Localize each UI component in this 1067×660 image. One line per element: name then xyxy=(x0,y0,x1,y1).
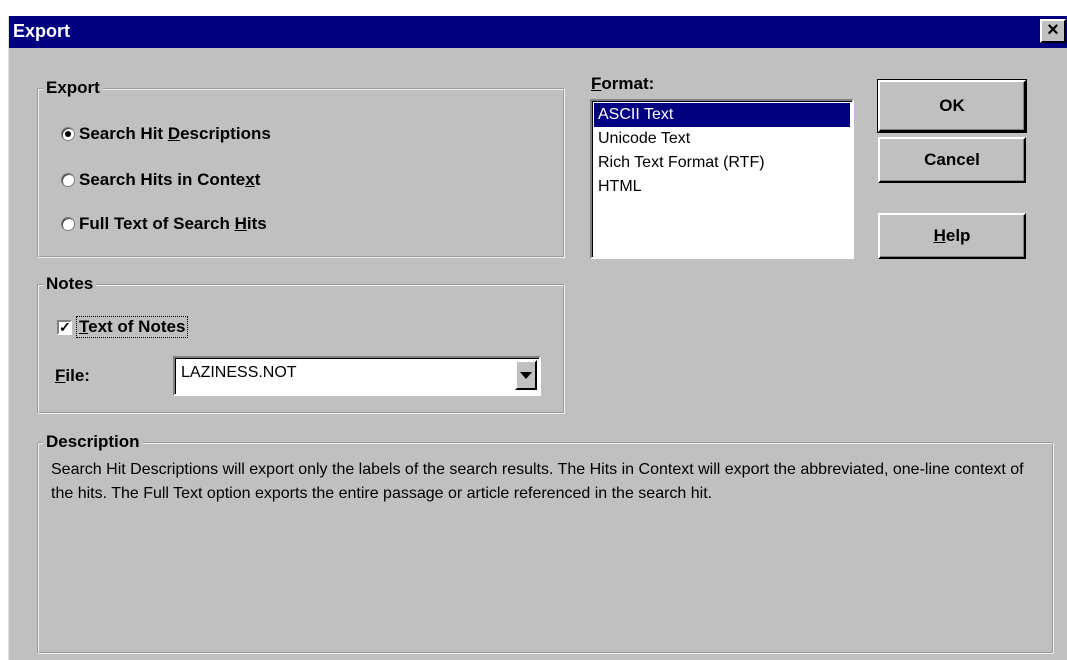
export-dialog: Export × Export Search Hit Descriptions … xyxy=(8,16,1067,660)
file-combobox[interactable]: LAZINESS.NOT xyxy=(173,356,541,396)
description-group: Description Search Hit Descriptions will… xyxy=(37,432,1054,654)
checkbox-label: Text of Notes xyxy=(76,316,189,338)
chevron-down-icon xyxy=(520,371,532,379)
radio-full-text-of-search-hits[interactable]: Full Text of Search Hits xyxy=(61,214,267,234)
help-label: Help xyxy=(933,226,971,245)
radio-search-hit-descriptions[interactable]: Search Hit Descriptions xyxy=(61,124,271,144)
checkbox-icon[interactable]: ✓ xyxy=(57,318,72,335)
radio-icon[interactable] xyxy=(61,127,75,141)
title-bar[interactable]: Export × xyxy=(9,16,1067,48)
notes-group: Notes ✓ Text of Notes File: LAZINESS.NOT xyxy=(37,274,565,414)
format-label: Format: xyxy=(591,74,655,93)
format-listbox[interactable]: ASCII Text Unicode Text Rich Text Format… xyxy=(590,99,854,259)
file-value: LAZINESS.NOT xyxy=(181,364,297,381)
radio-label: Full Text of Search Hits xyxy=(79,214,267,233)
description-text: Search Hit Descriptions will export only… xyxy=(51,461,1024,502)
window-title: Export xyxy=(13,21,71,41)
radio-icon[interactable] xyxy=(61,217,75,231)
format-option[interactable]: Unicode Text xyxy=(594,127,850,151)
export-group-legend: Export xyxy=(43,78,103,98)
help-button[interactable]: Help xyxy=(878,213,1026,259)
close-button[interactable]: × xyxy=(1040,19,1066,43)
radio-label: Search Hits in Context xyxy=(79,170,261,189)
format-option[interactable]: Rich Text Format (RTF) xyxy=(594,151,850,175)
notes-group-legend: Notes xyxy=(43,274,97,294)
text-of-notes-checkbox[interactable]: ✓ Text of Notes xyxy=(57,316,189,338)
file-dropdown-button[interactable] xyxy=(515,360,537,390)
ok-label: OK xyxy=(939,96,965,115)
cancel-label: Cancel xyxy=(924,150,980,169)
radio-icon[interactable] xyxy=(61,173,75,187)
description-group-legend: Description xyxy=(43,432,143,452)
close-icon: × xyxy=(1047,19,1059,41)
cancel-button[interactable]: Cancel xyxy=(878,137,1026,183)
radio-label: Search Hit Descriptions xyxy=(79,124,271,143)
file-label: File: xyxy=(55,366,90,385)
format-option[interactable]: ASCII Text xyxy=(594,103,850,127)
ok-button[interactable]: OK xyxy=(877,79,1027,133)
check-mark-icon: ✓ xyxy=(59,318,71,335)
export-group: Export Search Hit Descriptions Search Hi… xyxy=(37,78,565,258)
format-option[interactable]: HTML xyxy=(594,175,850,199)
radio-search-hits-in-context[interactable]: Search Hits in Context xyxy=(61,170,260,190)
